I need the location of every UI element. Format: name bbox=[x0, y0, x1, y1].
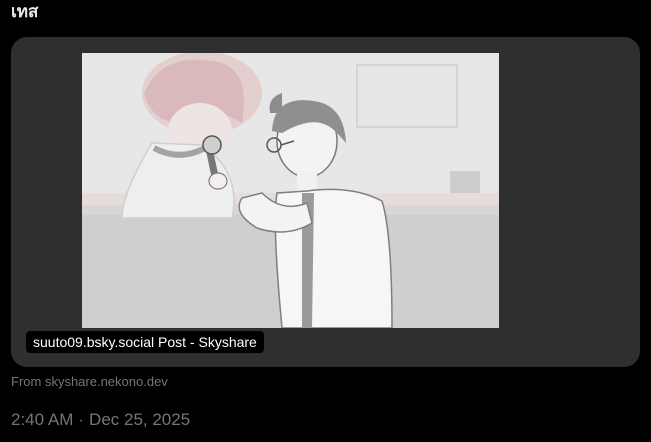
link-preview-card[interactable]: suuto09.bsky.social Post - Skyshare bbox=[11, 37, 640, 367]
post-time: 2:40 AM bbox=[11, 410, 74, 429]
post-date: Dec 25, 2025 bbox=[89, 410, 191, 429]
post-timestamp[interactable]: 2:40 AM · Dec 25, 2025 bbox=[11, 409, 190, 431]
illustration-image bbox=[82, 53, 499, 328]
link-preview-image[interactable] bbox=[82, 53, 499, 328]
link-card-title[interactable]: suuto09.bsky.social Post - Skyshare bbox=[26, 331, 264, 353]
link-source-domain[interactable]: From skyshare.nekono.dev bbox=[11, 373, 168, 390]
timestamp-separator: · bbox=[78, 410, 85, 429]
post-text: เทส bbox=[11, 2, 39, 22]
